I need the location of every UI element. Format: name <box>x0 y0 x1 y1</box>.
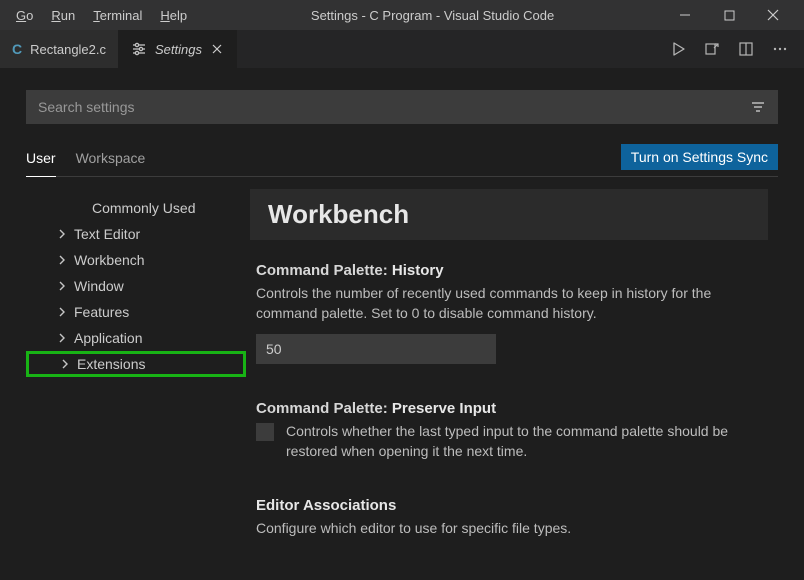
c-file-icon: C <box>12 41 22 57</box>
close-icon <box>210 42 224 56</box>
scope-user[interactable]: User <box>26 144 56 177</box>
history-input[interactable] <box>256 334 496 364</box>
tree-window[interactable]: Window <box>26 273 246 299</box>
search-input[interactable] <box>38 99 750 115</box>
tab-settings[interactable]: Settings <box>119 30 237 68</box>
tree-text-editor[interactable]: Text Editor <box>26 221 246 247</box>
open-changes-button[interactable] <box>704 41 720 57</box>
menu-go[interactable]: Go <box>8 4 41 27</box>
menu-bar: Go Run Terminal Help <box>8 4 195 27</box>
maximize-icon <box>724 10 735 21</box>
window-title: Settings - C Program - Visual Studio Cod… <box>195 8 670 23</box>
tab-label: Settings <box>155 42 202 57</box>
minimize-button[interactable] <box>670 0 700 30</box>
setting-command-palette-preserve-input: Command Palette: Preserve Input Controls… <box>250 400 768 498</box>
settings-content: Commonly Used Text Editor Workbench Wind… <box>26 189 778 580</box>
setting-title: Command Palette: History <box>256 262 762 279</box>
more-actions-button[interactable] <box>772 41 788 57</box>
setting-command-palette-history: Command Palette: History Controls the nu… <box>250 262 768 400</box>
setting-description: Controls the number of recently used com… <box>256 283 762 324</box>
close-button[interactable] <box>758 0 788 30</box>
settings-scope-row: User Workspace Turn on Settings Sync <box>26 144 778 177</box>
setting-editor-associations: Editor Associations Configure which edit… <box>250 497 768 580</box>
chevron-right-icon <box>56 332 72 344</box>
close-icon <box>767 9 779 21</box>
setting-description: Controls whether the last typed input to… <box>286 421 762 462</box>
open-aside-icon <box>704 41 720 57</box>
chevron-right-icon <box>56 306 72 318</box>
clear-search-button[interactable] <box>750 99 766 115</box>
settings-tree: Commonly Used Text Editor Workbench Wind… <box>26 189 246 580</box>
setting-title: Command Palette: Preserve Input <box>256 400 762 417</box>
settings-search[interactable] <box>26 90 778 124</box>
menu-terminal[interactable]: Terminal <box>85 4 150 27</box>
run-button[interactable] <box>670 41 686 57</box>
maximize-button[interactable] <box>714 0 744 30</box>
scope-tabs: User Workspace <box>26 144 145 176</box>
settings-sync-button[interactable]: Turn on Settings Sync <box>621 144 778 170</box>
tree-application[interactable]: Application <box>26 325 246 351</box>
ellipsis-icon <box>772 41 788 57</box>
tree-workbench[interactable]: Workbench <box>26 247 246 273</box>
chevron-right-icon <box>56 254 72 266</box>
tab-close-button[interactable] <box>210 42 224 56</box>
settings-icon <box>131 41 147 57</box>
menu-help[interactable]: Help <box>152 4 195 27</box>
play-icon <box>670 41 686 57</box>
setting-title: Editor Associations <box>256 497 762 514</box>
settings-editor: User Workspace Turn on Settings Sync Com… <box>0 68 804 580</box>
section-title: Workbench <box>250 189 768 240</box>
chevron-right-icon <box>56 228 72 240</box>
tree-commonly-used[interactable]: Commonly Used <box>26 195 246 221</box>
title-bar: Go Run Terminal Help Settings - C Progra… <box>0 0 804 30</box>
window-controls <box>670 0 796 30</box>
split-icon <box>738 41 754 57</box>
tree-extensions[interactable]: Extensions <box>26 351 246 377</box>
preserve-input-checkbox[interactable] <box>256 423 274 441</box>
split-editor-button[interactable] <box>738 41 754 57</box>
setting-description: Configure which editor to use for specif… <box>256 518 762 538</box>
editor-actions <box>654 30 804 68</box>
minimize-icon <box>679 9 691 21</box>
tab-bar: C Rectangle2.c Settings <box>0 30 804 68</box>
tree-features[interactable]: Features <box>26 299 246 325</box>
scope-workspace[interactable]: Workspace <box>76 144 146 176</box>
tab-label: Rectangle2.c <box>30 42 106 57</box>
tab-rectangle2[interactable]: C Rectangle2.c <box>0 30 119 68</box>
menu-run[interactable]: Run <box>43 4 83 27</box>
filter-icon <box>750 99 766 115</box>
chevron-right-icon <box>56 280 72 292</box>
chevron-right-icon <box>59 358 75 370</box>
settings-list[interactable]: Workbench Command Palette: History Contr… <box>246 189 778 580</box>
